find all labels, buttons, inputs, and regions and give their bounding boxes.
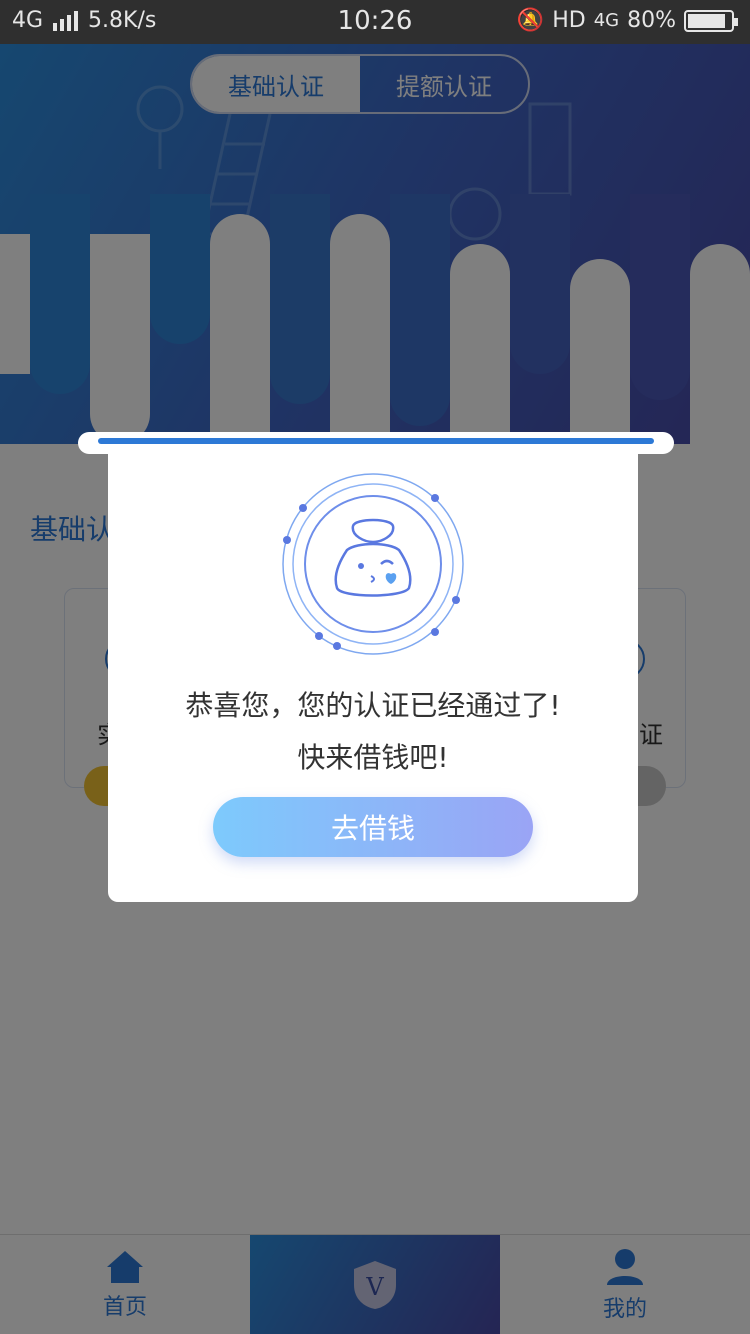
success-message: 恭喜您，您的认证已经通过了! bbox=[185, 689, 561, 722]
mute-icon: 🔕 bbox=[516, 8, 545, 33]
hd-indicator: HD bbox=[552, 8, 586, 33]
network-indicator-2: 4G bbox=[593, 10, 620, 31]
battery-level: 80% bbox=[627, 8, 676, 33]
go-borrow-button[interactable]: 去借钱 bbox=[213, 797, 533, 857]
success-mascot-icon bbox=[282, 473, 464, 655]
success-dialog: 恭喜您，您的认证已经通过了! 快来借钱吧! 去借钱 bbox=[108, 444, 638, 902]
status-bar: 4G 5.8K/s 10:26 🔕 HD 4G 80% bbox=[0, 0, 750, 44]
battery-icon bbox=[684, 9, 738, 32]
success-submessage: 快来借钱吧! bbox=[297, 741, 449, 774]
